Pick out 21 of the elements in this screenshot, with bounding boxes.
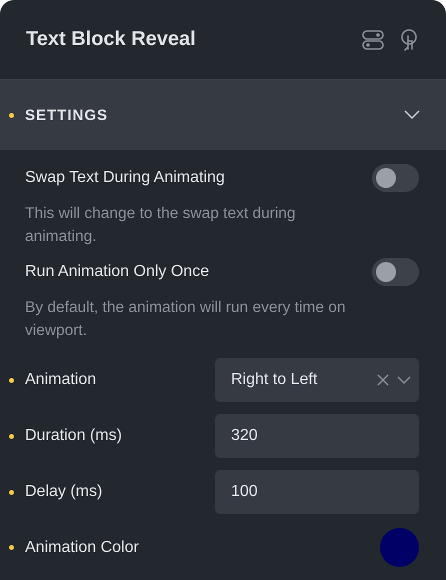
toggle-switch[interactable]	[372, 164, 419, 192]
setting-description: By default, the animation will run every time on viewport.	[24, 298, 346, 341]
number-field[interactable]: 320	[215, 414, 419, 458]
setting-label: Animation	[25, 371, 98, 389]
clear-icon[interactable]	[377, 374, 389, 386]
select-field[interactable]: Right to Left	[215, 358, 419, 402]
setting-label: Run Animation Only Once	[25, 263, 210, 281]
setting-label: Animation Color	[25, 538, 140, 556]
chevron-down-icon[interactable]	[404, 110, 420, 119]
setting-label: Delay (ms)	[25, 483, 104, 501]
section-title: SETTINGS	[25, 106, 110, 124]
toggles-icon[interactable]	[361, 28, 385, 52]
panel-title: Text Block Reveal	[26, 28, 197, 51]
setting-label: Duration (ms)	[25, 427, 123, 445]
toggle-switch[interactable]	[372, 258, 419, 286]
settings-section-header[interactable]: SETTINGS	[0, 80, 446, 150]
chevron-down-icon	[397, 376, 411, 384]
setting-label: Swap Text During Animating	[25, 169, 226, 187]
color-swatch[interactable]	[380, 528, 419, 567]
number-field[interactable]: 100	[215, 470, 419, 514]
setting-description: This will change to the swap text during animating.	[24, 204, 297, 247]
